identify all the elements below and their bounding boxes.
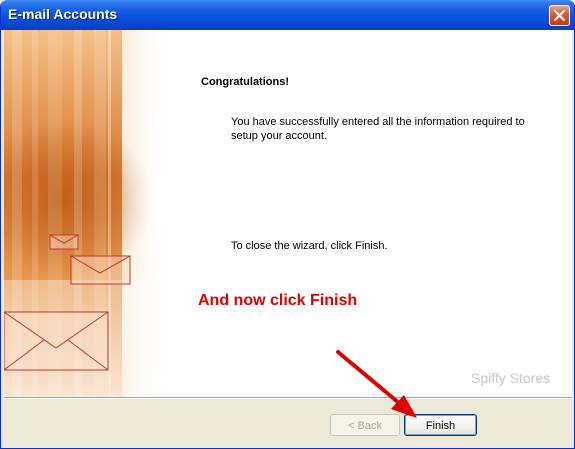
wizard-message: You have successfully entered all the in… <box>231 116 525 142</box>
finish-button[interactable]: Finish <box>404 414 477 436</box>
close-icon <box>554 10 565 21</box>
title-bar[interactable]: E-mail Accounts <box>1 0 574 30</box>
wizard-content-panel: Congratulations! You have successfully e… <box>4 30 572 397</box>
button-separator <box>4 397 572 399</box>
wizard-heading: Congratulations! <box>201 76 289 88</box>
wizard-side-artwork <box>4 30 168 397</box>
watermark-text: Spiffy Stores <box>471 370 551 386</box>
email-accounts-dialog: E-mail Accounts Congratulations! You hav… <box>0 0 575 449</box>
back-button[interactable]: < Back <box>330 414 400 436</box>
close-instruction: To close the wizard, click Finish. <box>231 240 388 252</box>
close-button[interactable] <box>549 5 570 26</box>
window-title: E-mail Accounts <box>8 6 118 22</box>
annotation-text: And now click Finish <box>198 292 358 309</box>
